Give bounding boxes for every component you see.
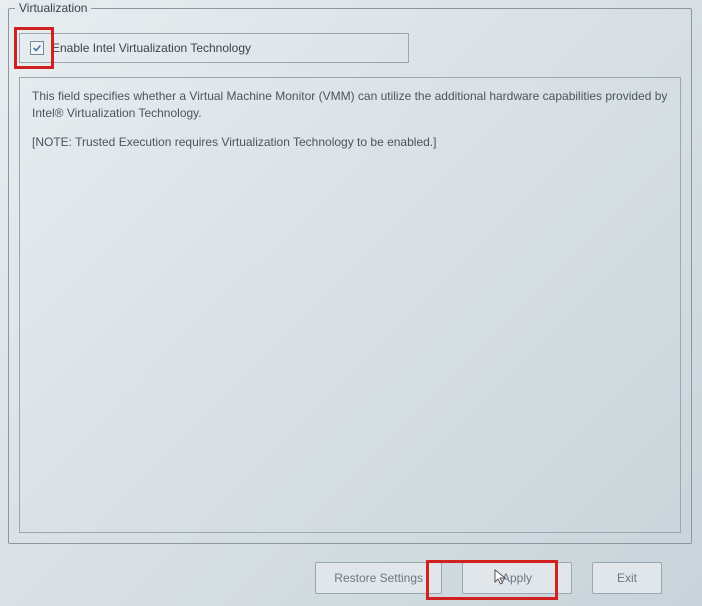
apply-button[interactable]: Apply xyxy=(462,562,572,594)
enable-vt-checkbox[interactable] xyxy=(30,41,44,55)
button-bar: Restore Settings Apply Exit xyxy=(315,562,662,594)
description-panel: This field specifies whether a Virtual M… xyxy=(19,77,681,533)
fieldset-legend: Virtualization xyxy=(15,1,91,15)
restore-settings-button[interactable]: Restore Settings xyxy=(315,562,442,594)
description-text: This field specifies whether a Virtual M… xyxy=(32,88,668,122)
virtualization-fieldset: Virtualization Enable Intel Virtualizati… xyxy=(8,8,692,544)
enable-vt-label: Enable Intel Virtualization Technology xyxy=(52,41,251,55)
description-note: [NOTE: Trusted Execution requires Virtua… xyxy=(32,134,668,151)
check-icon xyxy=(32,43,42,53)
exit-button[interactable]: Exit xyxy=(592,562,662,594)
enable-vt-row[interactable]: Enable Intel Virtualization Technology xyxy=(19,33,409,63)
